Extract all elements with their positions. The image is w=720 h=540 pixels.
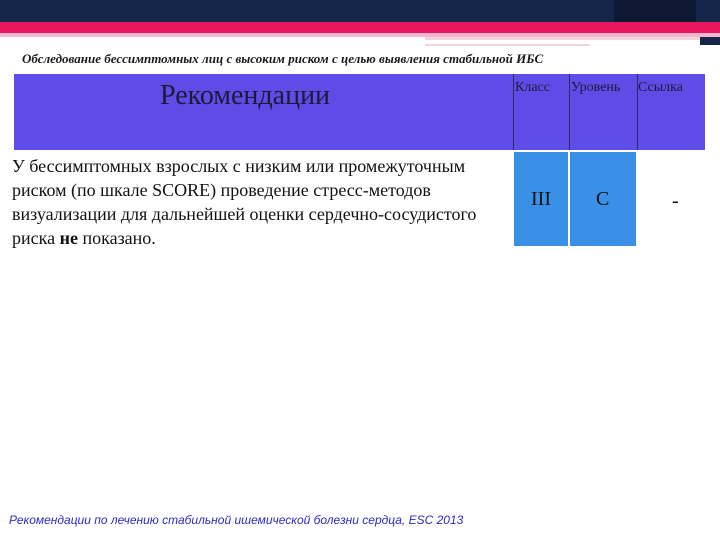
- column-divider: [569, 74, 570, 150]
- header-class: Класс: [515, 80, 550, 95]
- top-banner-bar: [0, 0, 720, 22]
- header-recommendations: Рекомендации: [160, 80, 331, 111]
- top-banner-tab: [614, 0, 696, 22]
- decorative-stripe: [425, 44, 590, 46]
- slide-title: Обследование бессимптомных лиц с высоким…: [22, 51, 544, 66]
- header-reference: Ссылка: [638, 80, 683, 95]
- recommendation-negation: не: [59, 228, 78, 248]
- level-value: C: [596, 188, 610, 210]
- source-footer: Рекомендации по лечению стабильной ишеми…: [9, 513, 464, 527]
- accent-bar: [0, 22, 720, 33]
- recommendation-text: У бессимптомных взрослых с низким или пр…: [12, 154, 517, 250]
- column-divider: [513, 74, 514, 150]
- header-level: Уровень: [571, 80, 621, 95]
- decorative-stripe: [425, 37, 720, 40]
- recommendation-text-part: показано.: [77, 228, 156, 248]
- decorative-stripe: [700, 37, 720, 45]
- reference-value: -: [672, 190, 679, 212]
- class-value: III: [531, 188, 551, 210]
